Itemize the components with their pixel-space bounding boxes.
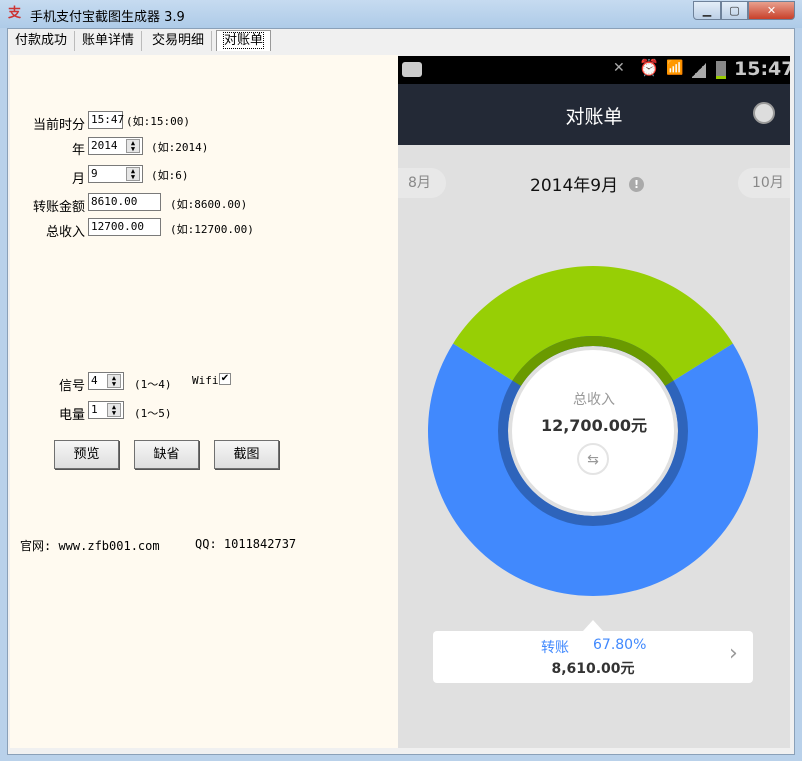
year-stepper[interactable]: 2014 ▲ ▼ bbox=[88, 137, 143, 155]
transfer-label: 转账金额 bbox=[32, 200, 85, 215]
year-hint: (如:2014) bbox=[151, 141, 209, 154]
qq-text: QQ: 1011842737 bbox=[195, 537, 297, 551]
signal-label: 信号 bbox=[58, 379, 85, 394]
battery-value: 1 bbox=[91, 403, 98, 416]
close-button[interactable]: ✕ bbox=[748, 1, 795, 20]
minimize-button[interactable]: ▁ bbox=[693, 1, 721, 20]
title-bar: 支 手机支付宝截图生成器 3.9 ▁ ▢ ✕ bbox=[0, 0, 802, 28]
month-stepper[interactable]: 9 ▲ ▼ bbox=[88, 165, 143, 183]
battery-stepper[interactable]: 1 ▲ ▼ bbox=[88, 401, 124, 419]
signal-stepper[interactable]: 4 ▲ ▼ bbox=[88, 372, 124, 390]
tab-transaction-details[interactable]: 交易明细 bbox=[145, 31, 213, 51]
switch-arrows: ⇆ bbox=[587, 452, 599, 468]
transfer-hint: (如:8600.00) bbox=[170, 198, 248, 211]
app-icon: 支 bbox=[8, 6, 22, 21]
center-label: 总收入 bbox=[573, 392, 615, 408]
battery-hint: (1～5) bbox=[134, 407, 172, 420]
spin-arrows-icon[interactable]: ▲ ▼ bbox=[107, 403, 121, 417]
battery-label: 电量 bbox=[58, 408, 85, 423]
wifi-label: Wifi bbox=[192, 374, 219, 387]
spin-arrows-icon[interactable]: ▲ ▼ bbox=[126, 139, 140, 153]
maximize-button[interactable]: ▢ bbox=[721, 1, 748, 20]
month-label: 月 bbox=[71, 172, 85, 187]
year-value: 2014 bbox=[91, 139, 118, 152]
wifi-checkbox[interactable]: ✔ bbox=[219, 373, 231, 385]
tab-statement-label: 对账单 bbox=[222, 32, 265, 49]
window-title: 手机支付宝截图生成器 3.9 bbox=[30, 10, 185, 25]
time-input[interactable]: 15:47 bbox=[88, 111, 124, 129]
chevron-right-icon: › bbox=[729, 641, 738, 666]
settings-panel bbox=[10, 55, 398, 748]
signal-hint: (1～4) bbox=[134, 378, 172, 391]
phone-preview: ✕ ⏰ 📶 15:47 对账单 8月 2014年9月 ! 10月 ⇆ 总收入 1… bbox=[398, 56, 790, 748]
income-input[interactable]: 12700.00 bbox=[88, 218, 161, 236]
card-percent: 67.80% bbox=[593, 637, 647, 653]
default-button[interactable]: 缺省 bbox=[134, 440, 199, 469]
signal-value: 4 bbox=[91, 374, 98, 387]
spin-arrows-icon[interactable]: ▲ ▼ bbox=[126, 167, 140, 181]
income-hint: (如:12700.00) bbox=[170, 223, 254, 236]
screenshot-button[interactable]: 截图 bbox=[214, 440, 279, 469]
center-value: 12,700.00元 bbox=[540, 416, 648, 435]
month-hint: (如:6) bbox=[151, 169, 189, 182]
month-value: 9 bbox=[91, 167, 98, 180]
tab-payment-success[interactable]: 付款成功 bbox=[8, 31, 76, 51]
card-amount: 8,610.00元 bbox=[551, 661, 635, 677]
card-label: 转账 bbox=[541, 640, 569, 656]
time-hint: (如:15:00) bbox=[126, 115, 190, 128]
category-card[interactable]: 转账 67.80% 8,610.00元 › bbox=[433, 631, 753, 683]
preview-button[interactable]: 预览 bbox=[54, 440, 119, 469]
tab-bill-details[interactable]: 账单详情 bbox=[75, 31, 143, 51]
time-label: 当前时分 bbox=[32, 118, 85, 133]
card-pointer bbox=[583, 620, 603, 631]
spin-arrows-icon[interactable]: ▲ ▼ bbox=[107, 374, 121, 388]
transfer-input[interactable]: 8610.00 bbox=[88, 193, 161, 211]
year-label: 年 bbox=[71, 143, 85, 158]
income-label: 总收入 bbox=[45, 225, 85, 240]
tab-statement[interactable]: 对账单 bbox=[216, 30, 272, 51]
website-text: 官网: www.zfb001.com bbox=[20, 539, 160, 553]
